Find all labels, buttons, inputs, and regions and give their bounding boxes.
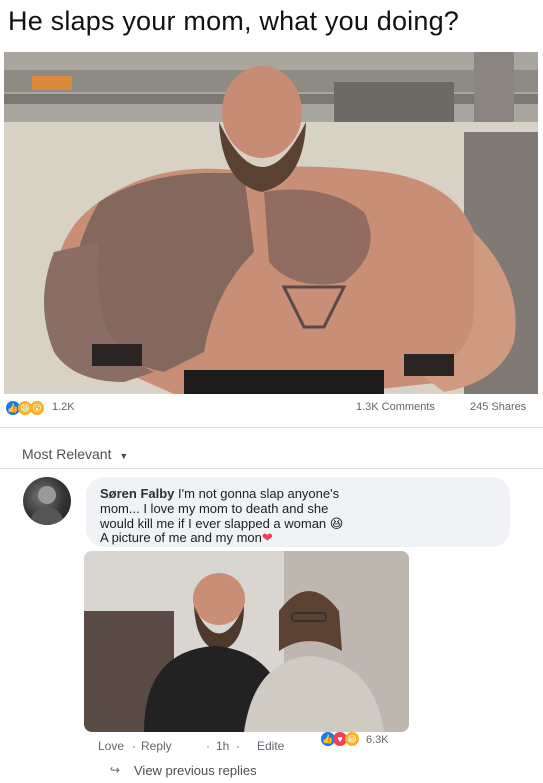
- sort-dropdown[interactable]: Most Relevant ▼: [22, 446, 128, 462]
- separator-dot: ·: [236, 739, 240, 753]
- comment-text-3: would kill me if I ever slapped a woman: [100, 516, 327, 531]
- view-previous-replies-link[interactable]: View previous replies: [134, 763, 257, 778]
- comment-line-1: Søren Falby I'm not gonna slap anyone's: [100, 486, 339, 501]
- comment-text-1: I'm not gonna slap anyone's: [174, 486, 340, 501]
- reply-arrow-icon: ↪: [110, 763, 121, 777]
- sort-label: Most Relevant: [22, 446, 112, 462]
- avatar[interactable]: [23, 477, 71, 525]
- comment-reaction-count[interactable]: 6.3K: [366, 734, 389, 746]
- comment-text-2: mom... I love my mom to death and she: [100, 501, 329, 516]
- comment-image[interactable]: [84, 551, 409, 732]
- reaction-count[interactable]: 1.2K: [52, 401, 75, 413]
- comment-text-4: A picture of me and my mon: [100, 530, 262, 545]
- comment-timestamp[interactable]: 1h: [216, 739, 229, 753]
- comment-author[interactable]: Søren Falby: [100, 486, 174, 501]
- comment-line-4: A picture of me and my mon❤: [100, 530, 273, 546]
- bodybuilder-photo: [4, 52, 538, 394]
- chevron-down-icon: ▼: [119, 451, 129, 461]
- divider: [0, 427, 543, 428]
- heart-emoji-icon: ❤: [261, 530, 273, 545]
- separator-dot: ·: [132, 739, 136, 753]
- post-image[interactable]: [4, 52, 538, 394]
- haha-reaction-icon: 😆: [345, 732, 359, 746]
- laughing-emoji-icon: 😆: [329, 516, 344, 531]
- divider: [0, 468, 543, 469]
- love-button[interactable]: Love: [98, 739, 124, 753]
- wow-reaction-icon: 😮: [30, 401, 44, 415]
- separator-dot: ·: [206, 739, 210, 753]
- avatar-image: [29, 486, 65, 525]
- post-title: He slaps your mom, what you doing?: [8, 6, 460, 36]
- comments-count[interactable]: 1.3K Comments: [356, 401, 435, 413]
- reply-button[interactable]: Reply: [141, 739, 172, 753]
- mother-son-photo: [84, 551, 409, 732]
- edited-label[interactable]: Edite: [257, 739, 284, 753]
- shares-count[interactable]: 245 Shares: [470, 401, 526, 413]
